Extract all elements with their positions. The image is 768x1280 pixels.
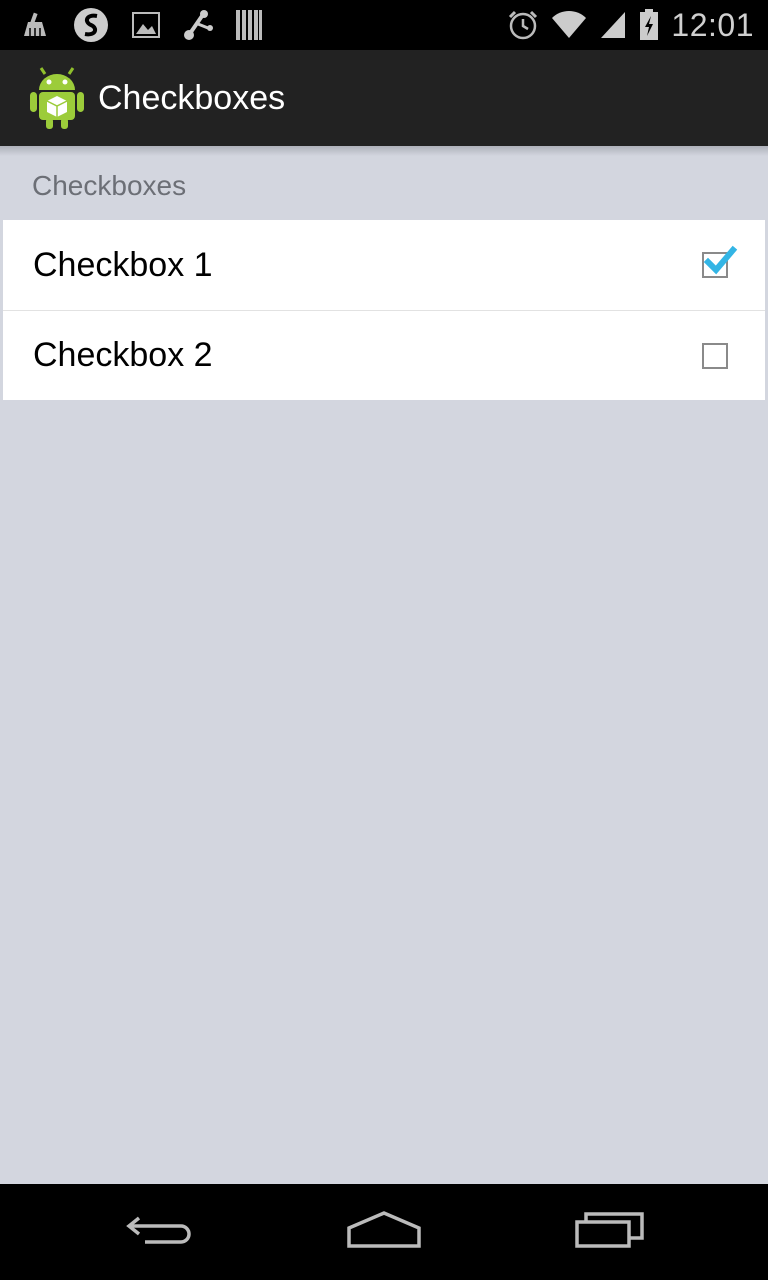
status-clock: 12:01 bbox=[671, 6, 754, 43]
checkbox-preference-2[interactable]: Checkbox 2 bbox=[3, 310, 765, 400]
swype-icon bbox=[72, 6, 110, 44]
back-button[interactable] bbox=[100, 1202, 220, 1262]
android-app-icon[interactable] bbox=[26, 66, 88, 130]
action-bar-shadow bbox=[0, 146, 768, 156]
checkbox-2-label: Checkbox 2 bbox=[33, 336, 213, 374]
gallery-icon bbox=[132, 12, 160, 38]
home-button[interactable] bbox=[324, 1202, 444, 1262]
battery-charging-icon bbox=[639, 9, 659, 41]
action-bar: Checkboxes bbox=[0, 50, 768, 146]
system-status: 12:01 bbox=[507, 6, 754, 44]
checkbox-preference-1[interactable]: Checkbox 1 bbox=[3, 220, 765, 310]
preference-category-title: Checkboxes bbox=[32, 170, 187, 201]
cleaner-icon bbox=[20, 10, 50, 40]
usb-debug-icon bbox=[182, 8, 214, 42]
checkmark-icon bbox=[703, 245, 738, 275]
preference-list: Checkbox 1 Checkbox 2 bbox=[3, 220, 765, 400]
status-bar: 12:01 bbox=[0, 0, 768, 50]
back-icon bbox=[125, 1210, 195, 1255]
checkbox-1[interactable] bbox=[702, 245, 738, 278]
notification-icons bbox=[20, 6, 262, 44]
alarm-icon bbox=[507, 9, 539, 41]
app-title: Checkboxes bbox=[98, 78, 286, 117]
recent-apps-icon bbox=[574, 1210, 646, 1255]
home-icon bbox=[346, 1210, 422, 1255]
signal-icon bbox=[599, 10, 627, 40]
recent-apps-button[interactable] bbox=[550, 1202, 670, 1262]
wifi-icon bbox=[551, 10, 587, 40]
barcode-icon bbox=[236, 10, 262, 40]
checkbox-1-label: Checkbox 1 bbox=[33, 245, 213, 284]
navigation-bar bbox=[0, 1184, 768, 1280]
checkbox-2[interactable] bbox=[702, 342, 728, 369]
